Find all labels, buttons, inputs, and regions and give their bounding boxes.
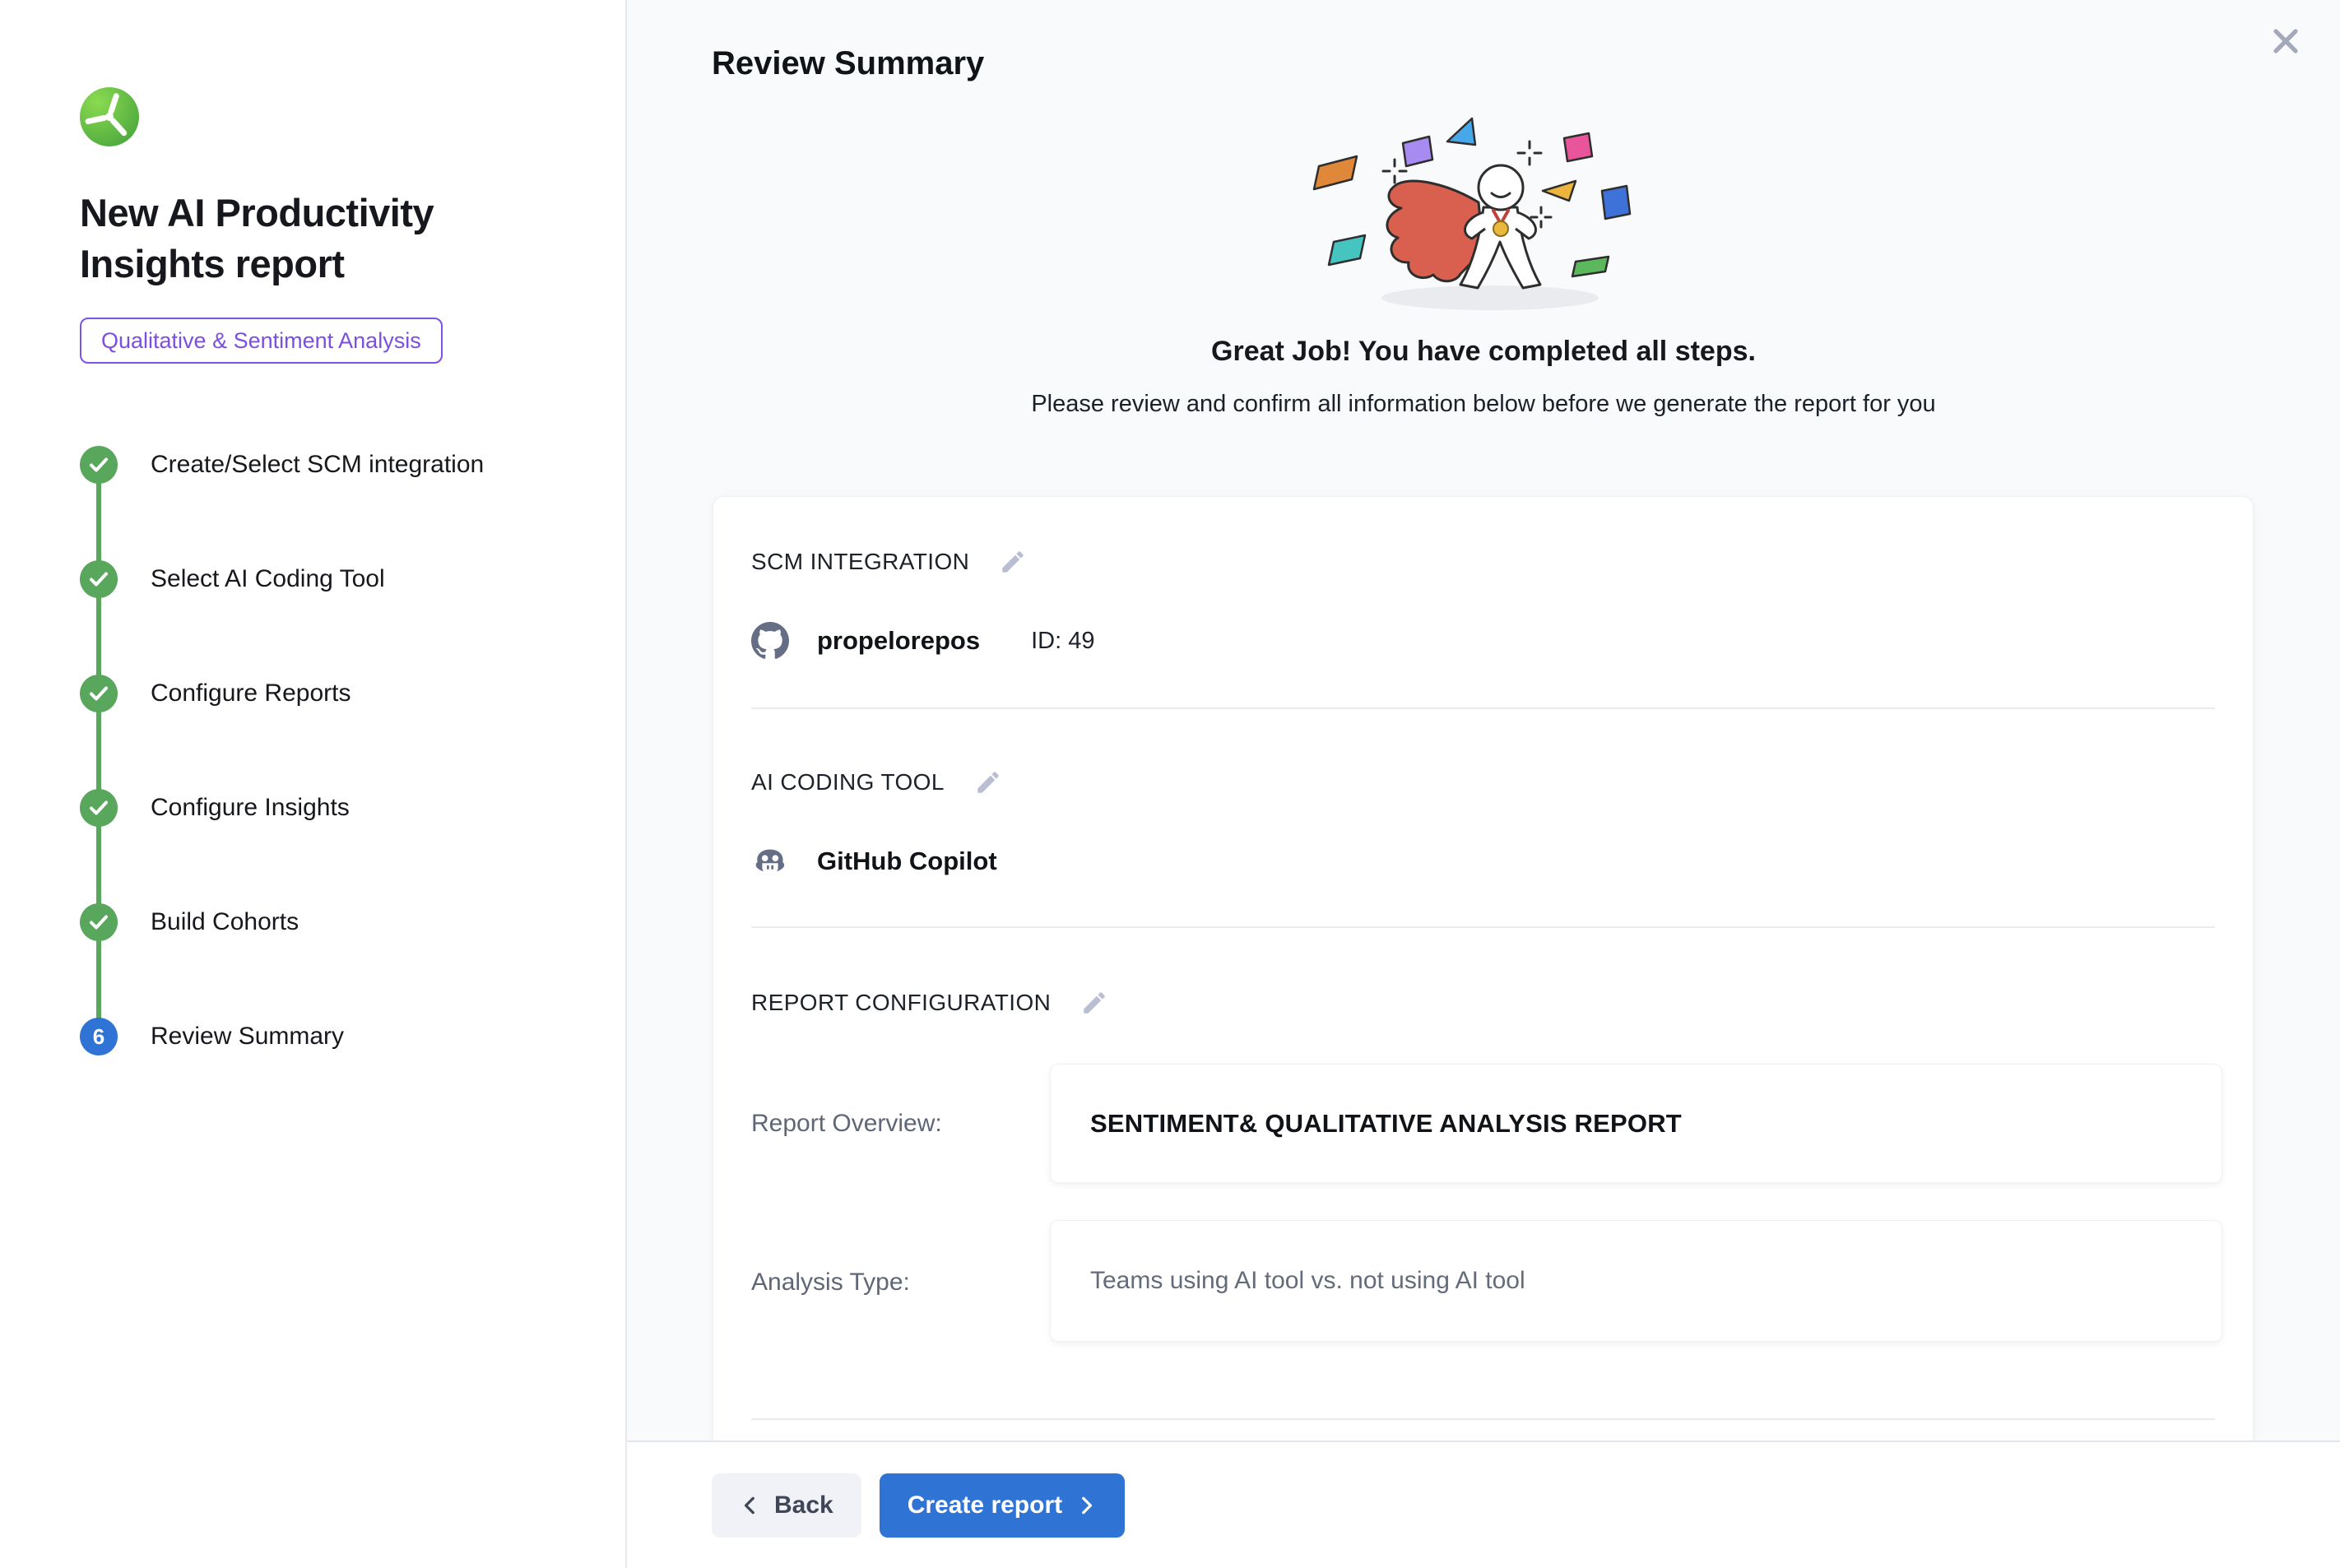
wizard-steps: Create/Select SCM integration Select AI … [80,446,584,1055]
ai-tool-name: GitHub Copilot [817,847,997,876]
analysis-type-label: Analysis Type: [751,1269,910,1297]
ai-tool-section-label: AI CODING TOOL [751,768,1002,796]
chevron-left-icon [740,1495,761,1516]
page-title: Review Summary [712,45,984,82]
scm-section-text: SCM INTEGRATION [751,549,969,575]
divider [751,926,2215,928]
edit-scm-button[interactable] [999,548,1027,576]
edit-report-config-button[interactable] [1080,989,1108,1017]
copilot-icon [751,842,789,880]
divider [751,1418,2215,1420]
pencil-icon [974,768,1002,796]
github-icon [751,622,789,660]
ai-tool-section-text: AI CODING TOOL [751,769,945,796]
back-button[interactable]: Back [712,1473,861,1538]
wizard-sidebar: New AI Productivity Insights report Qual… [0,0,627,1568]
step-check-icon [80,560,118,598]
step-label: Configure Insights [151,794,350,822]
pencil-icon [1080,989,1108,1017]
create-report-label: Create report [908,1491,1062,1519]
divider [751,707,2215,709]
step-item-ai-coding-tool[interactable]: Select AI Coding Tool [80,560,584,598]
report-config-section-label: REPORT CONFIGURATION [751,989,1108,1017]
hero-subtitle: Please review and confirm all informatio… [627,391,2340,418]
scm-section-label: SCM INTEGRATION [751,548,1027,576]
step-check-icon [80,446,118,484]
edit-ai-tool-button[interactable] [974,768,1002,796]
review-summary-panel: Review Summary [627,0,2340,1568]
scm-integration-row: propelorepos ID: 49 [751,622,1094,660]
report-type-badge: Qualitative & Sentiment Analysis [80,318,443,364]
step-item-build-cohorts[interactable]: Build Cohorts [80,903,584,941]
step-label: Create/Select SCM integration [151,451,484,479]
step-label: Build Cohorts [151,908,299,936]
close-icon [2266,21,2305,61]
analysis-type-value: Teams using AI tool vs. not using AI too… [1090,1267,1525,1295]
analysis-type-box: Teams using AI tool vs. not using AI too… [1050,1220,2222,1342]
completion-hero: Great Job! You have completed all steps.… [627,112,2340,418]
propelo-logo-icon [80,87,139,146]
summary-card: SCM INTEGRATION propelorepos ID: 49 AI C… [713,496,2254,1467]
celebration-illustration [1286,112,1681,324]
report-overview-box: SENTIMENT& QUALITATIVE ANALYSIS REPORT [1050,1064,2222,1183]
step-label: Select AI Coding Tool [151,565,385,593]
pencil-icon [999,548,1027,576]
step-label: Configure Reports [151,680,351,707]
back-button-label: Back [774,1491,833,1519]
report-title: New AI Productivity Insights report [80,188,541,290]
step-check-icon [80,903,118,941]
close-button[interactable] [2266,21,2305,61]
step-number-badge: 6 [80,1018,118,1055]
step-item-configure-reports[interactable]: Configure Reports [80,675,584,712]
report-config-section-text: REPORT CONFIGURATION [751,990,1051,1016]
hero-title: Great Job! You have completed all steps. [627,336,2340,368]
step-check-icon [80,789,118,827]
step-item-scm-integration[interactable]: Create/Select SCM integration [80,446,584,484]
report-overview-value: SENTIMENT& QUALITATIVE ANALYSIS REPORT [1090,1109,1682,1139]
wizard-footer: Back Create report [627,1440,2340,1568]
step-item-review-summary[interactable]: 6 Review Summary [80,1018,584,1055]
chevron-right-icon [1075,1495,1097,1516]
report-overview-label: Report Overview: [751,1110,942,1138]
step-check-icon [80,675,118,712]
scm-integration-id: ID: 49 [1031,628,1094,655]
ai-tool-row: GitHub Copilot [751,842,997,880]
scm-integration-name: propelorepos [817,626,980,656]
step-label: Review Summary [151,1023,344,1051]
create-report-button[interactable]: Create report [880,1473,1125,1538]
step-item-configure-insights[interactable]: Configure Insights [80,789,584,827]
